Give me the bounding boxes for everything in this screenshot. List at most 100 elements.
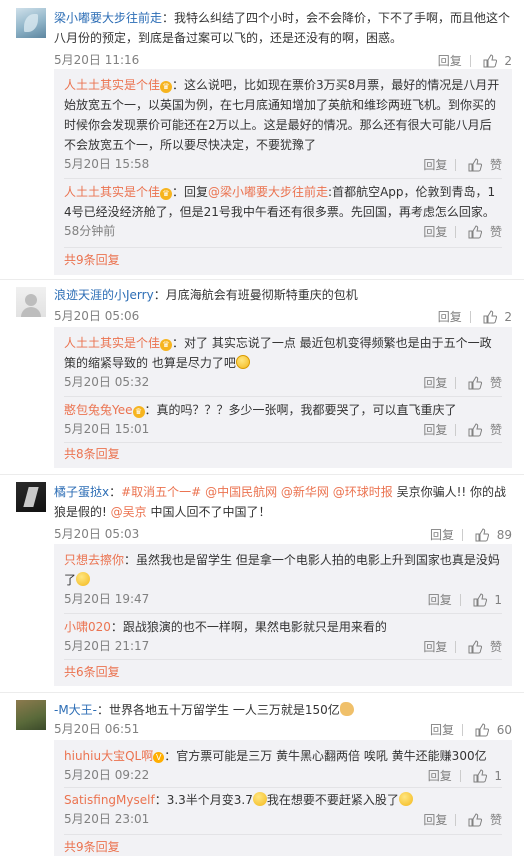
reply-username[interactable]: hiuhiu大宝QL啊 xyxy=(64,749,153,763)
timestamp: 5月20日 09:22 xyxy=(64,768,150,782)
like-count: 60 xyxy=(496,722,512,737)
reply-button[interactable]: 回复 xyxy=(428,591,452,609)
comment-meta: 5月20日 11:16 回复 2 xyxy=(54,51,512,69)
like-label[interactable]: 赞 xyxy=(490,421,502,439)
thumbs-up-icon[interactable] xyxy=(468,422,483,437)
reply-button[interactable]: 回复 xyxy=(423,811,447,829)
clap-emoji-icon xyxy=(339,702,354,716)
reply-button[interactable]: 回复 xyxy=(438,52,462,70)
cry-emoji-icon xyxy=(235,355,250,369)
reply-button[interactable]: 回复 xyxy=(423,638,447,656)
comment-text: 浪迹天涯的小Jerry：月底海航会有班曼彻斯特重庆的包机 xyxy=(54,288,358,302)
reply-username[interactable]: 憨包兔兔Yee xyxy=(64,403,133,417)
mention-link[interactable]: @新华网 xyxy=(281,485,329,499)
username[interactable]: -M大王- xyxy=(54,703,97,717)
thumbs-up-icon[interactable] xyxy=(468,812,483,827)
reply-button[interactable]: 回复 xyxy=(430,721,454,739)
comment-meta: 5月20日 06:51 回复 60 xyxy=(54,720,512,738)
vip-badge-icon: ♛ xyxy=(132,406,145,418)
reply-button[interactable]: 回复 xyxy=(423,223,447,241)
avatar[interactable] xyxy=(16,700,46,730)
timestamp: 5月20日 11:16 xyxy=(54,53,140,67)
comment-item: -M大王-：世界各地五十万留学生 一人三万就是150亿 5月20日 06:51 … xyxy=(0,692,524,856)
reply-button[interactable]: 回复 xyxy=(423,374,447,392)
laugh-emoji-icon xyxy=(76,572,91,586)
timestamp: 58分钟前 xyxy=(64,224,116,238)
thumbs-up-icon[interactable] xyxy=(473,768,487,783)
like-count: 1 xyxy=(494,592,502,607)
vip-badge-icon: ♛ xyxy=(160,339,173,351)
reply-username[interactable]: 只想去擦你 xyxy=(64,553,124,567)
more-replies-link[interactable]: 共9条回复 xyxy=(64,838,120,856)
thumbs-up-icon[interactable] xyxy=(475,527,489,542)
comment-meta: 5月20日 05:03 回复 89 xyxy=(54,525,512,543)
username[interactable]: 浪迹天涯的小Jerry xyxy=(54,288,154,302)
timestamp: 5月20日 19:47 xyxy=(64,592,150,606)
vip-badge-icon: ♛ xyxy=(160,81,173,93)
more-replies-link[interactable]: 共6条回复 xyxy=(64,663,120,681)
avatar[interactable] xyxy=(16,8,46,38)
reply-username[interactable]: 小啸020 xyxy=(64,620,111,634)
timestamp: 5月20日 15:01 xyxy=(64,422,150,436)
like-label[interactable]: 赞 xyxy=(490,638,502,656)
more-replies-link[interactable]: 共8条回复 xyxy=(64,445,120,463)
mention-link[interactable]: @中国民航网 xyxy=(205,485,277,499)
comment-text: -M大王-：世界各地五十万留学生 一人三万就是150亿 xyxy=(54,700,512,720)
reply-username[interactable]: 人土土其实是个佳 xyxy=(64,78,160,92)
thumbs-up-icon[interactable] xyxy=(468,639,483,654)
comment-item: 橘子蛋挞x：#取消五个一# @中国民航网 @新华网 @环球时报 吴京你骗人!! … xyxy=(0,474,524,693)
timestamp: 5月20日 05:32 xyxy=(64,375,150,389)
thumbs-up-icon[interactable] xyxy=(483,53,497,68)
comment-meta: 5月20日 05:06 回复 2 xyxy=(54,307,512,325)
username[interactable]: 梁小嘟要大步往前走 xyxy=(54,11,162,25)
timestamp: 5月20日 21:17 xyxy=(64,639,150,653)
vip-badge-icon: ♛ xyxy=(160,188,173,200)
mention-link[interactable]: @梁小嘟要大步往前走 xyxy=(208,185,328,199)
thumbs-up-icon[interactable] xyxy=(468,375,483,390)
thumbs-up-icon[interactable] xyxy=(483,309,497,324)
grin-emoji-icon xyxy=(252,792,267,806)
like-label[interactable]: 赞 xyxy=(490,223,502,241)
timestamp: 5月20日 05:03 xyxy=(54,527,140,541)
reply-button[interactable]: 回复 xyxy=(438,308,462,326)
comment-text: 橘子蛋挞x：#取消五个一# @中国民航网 @新华网 @环球时报 吴京你骗人!! … xyxy=(54,485,507,519)
avatar[interactable] xyxy=(16,482,46,512)
reply-button[interactable]: 回复 xyxy=(423,421,447,439)
verified-badge-icon: V xyxy=(153,752,165,763)
reply-username[interactable]: 人土土其实是个佳 xyxy=(64,336,160,350)
more-replies-link[interactable]: 共9条回复 xyxy=(64,251,120,269)
like-label[interactable]: 赞 xyxy=(490,156,502,174)
like-label[interactable]: 赞 xyxy=(490,374,502,392)
timestamp: 5月20日 05:06 xyxy=(54,309,140,323)
topic-link[interactable]: #取消五个一# xyxy=(121,485,201,499)
reply-text: ：跟战狼演的也不一样啊，果然电影就只是用来看的 xyxy=(110,620,387,634)
thumbs-up-icon[interactable] xyxy=(473,592,487,607)
thumbs-up-icon[interactable] xyxy=(468,224,483,239)
thumbs-up-icon[interactable] xyxy=(475,722,489,737)
reply-text: ：真的吗？？？多少一张啊，我都要哭了，可以直飞重庆了 xyxy=(144,403,457,417)
timestamp: 5月20日 15:58 xyxy=(64,157,150,171)
timestamp: 5月20日 23:01 xyxy=(64,812,150,826)
reply-text: ：官方票可能是三万 黄牛黑心翻两倍 唉吼 黄牛还能赚300亿 xyxy=(164,749,487,763)
comment-item: 浪迹天涯的小Jerry：月底海航会有班曼彻斯特重庆的包机 5月20日 05:06… xyxy=(0,279,524,475)
reply-button[interactable]: 回复 xyxy=(428,767,452,785)
like-count: 2 xyxy=(504,309,512,324)
like-count: 89 xyxy=(496,527,512,542)
reply-button[interactable]: 回复 xyxy=(423,156,447,174)
like-label[interactable]: 赞 xyxy=(490,811,502,829)
like-count: 1 xyxy=(494,768,502,783)
avatar[interactable] xyxy=(16,287,46,317)
reply-list: 人土土其实是个佳 ♛ ：这么说吧，比如现在票价3万买8月票，最好的情况是八月开始放宽… xyxy=(54,69,512,275)
username[interactable]: 橘子蛋挞x xyxy=(54,485,109,499)
reply-list: 只想去擦你：虽然我也是留学生 但是拿一个电影人拍的电影上升到国家也真是没妈了 5… xyxy=(54,544,512,686)
reply-button[interactable]: 回复 xyxy=(430,526,454,544)
mention-link[interactable]: @环球时报 xyxy=(333,485,393,499)
thumbs-up-icon[interactable] xyxy=(468,157,483,172)
reply-username[interactable]: 人土土其实是个佳 xyxy=(64,185,160,199)
reply-list: 人土土其实是个佳 ♛ ：对了 其实忘说了一点 最近包机变得频繁也是由于五个一政策的缩… xyxy=(54,327,512,468)
reply-username[interactable]: SatisfingMyself xyxy=(64,793,155,807)
reply-text: ：3.3半个月变3.7 xyxy=(154,793,253,807)
mention-link[interactable]: @吴京 xyxy=(111,505,147,519)
grin-emoji-icon xyxy=(398,792,413,806)
reply-list: hiuhiu大宝QL啊 V ：官方票可能是三万 黄牛黑心翻两倍 唉吼 黄牛还能赚30… xyxy=(54,740,512,856)
